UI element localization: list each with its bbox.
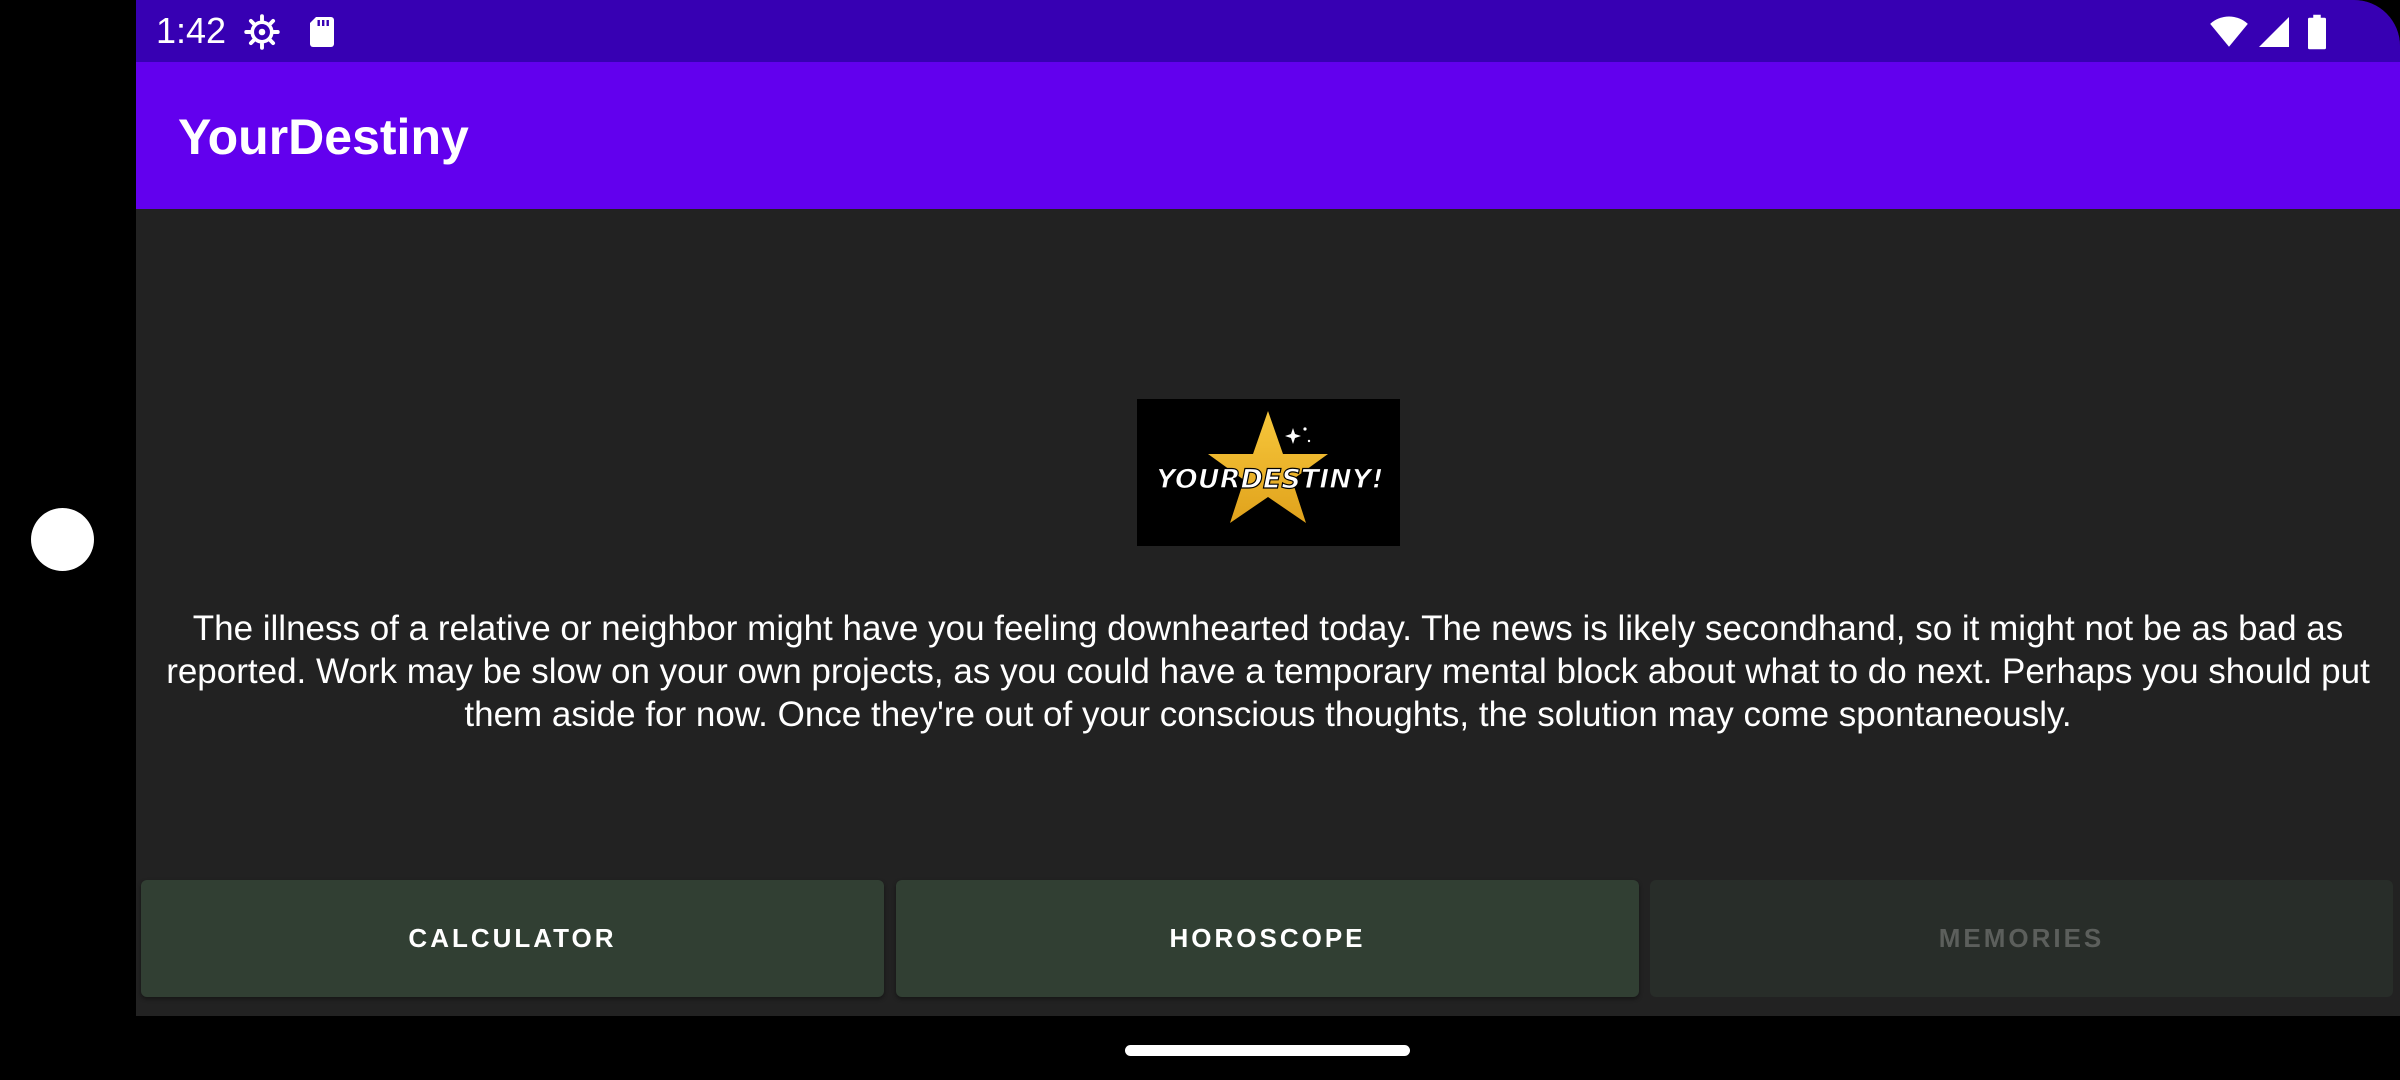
side-camera-dot [31,508,94,571]
status-time: 1:42 [156,10,227,51]
app-title: YourDestiny [178,109,469,165]
settings-icon [244,14,280,50]
calculator-button[interactable]: CALCULATOR [141,880,884,997]
app-screen: 1:42 YourDestiny YOURDESTINY! The illnes… [136,0,2400,1016]
cellular-signal-icon [2256,14,2292,50]
home-gesture-handle[interactable] [1125,1045,1410,1056]
battery-icon [2304,14,2330,50]
yourdestiny-logo: YOURDESTINY! [1137,399,1400,546]
device-frame: 1:42 YourDestiny YOURDESTINY! The illnes… [0,0,2400,1080]
horoscope-text: The illness of a relative or neighbor mi… [166,609,2370,734]
wifi-icon [2209,14,2249,50]
horoscope-button[interactable]: HOROSCOPE [896,880,1639,997]
memories-button[interactable]: MEMORIES [1650,880,2393,997]
sd-card-icon [304,14,340,50]
status-bar: 1:42 [136,0,2400,62]
logo-text: YOURDESTINY! [1156,464,1383,495]
app-bar: YourDestiny [136,62,2400,209]
